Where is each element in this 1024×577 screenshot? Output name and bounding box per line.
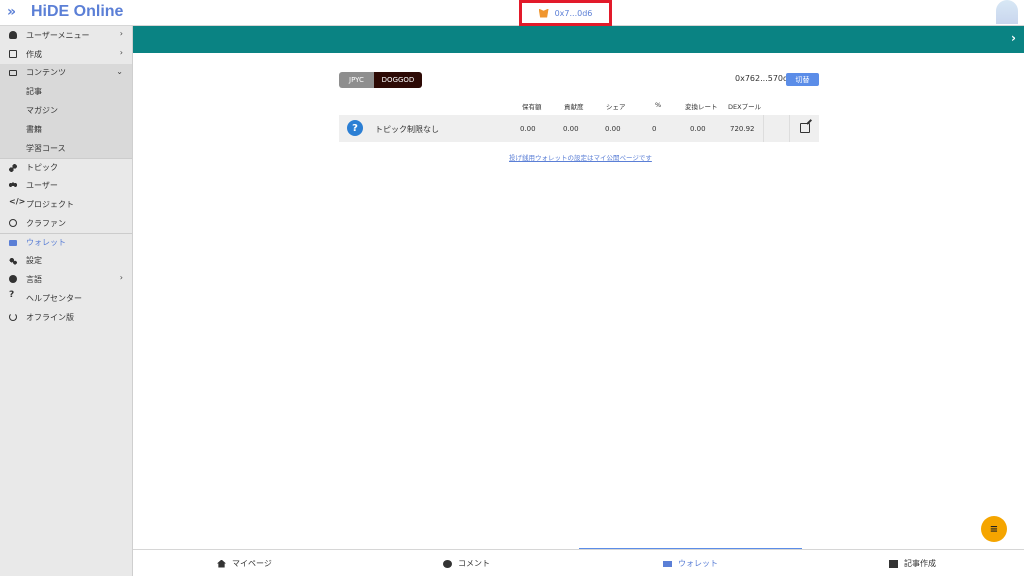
question-icon: ?: [347, 120, 363, 136]
sidebar-item-articles[interactable]: 記事: [0, 82, 132, 102]
menu-fab-button[interactable]: ≡: [981, 516, 1007, 542]
row-action-cell[interactable]: [763, 115, 790, 142]
contents-icon: [9, 69, 17, 76]
sidebar-item-label: クラファン: [26, 218, 66, 228]
user-icon: [9, 31, 17, 39]
sidebar-item-courses[interactable]: 学習コース: [0, 138, 132, 158]
globe-icon: [9, 275, 17, 284]
column-header: 貢献度: [564, 103, 584, 111]
contribution-value: 0.00: [563, 125, 579, 133]
sidebar-item-label: ユーザーメニュー: [26, 30, 90, 40]
sidebar-item-create[interactable]: 作成 ›: [0, 45, 132, 64]
sidebar-item-user-menu[interactable]: ユーザーメニュー ›: [0, 26, 132, 45]
bottom-nav: マイページ コメント ウォレット 記事作成: [133, 549, 1024, 576]
column-header: 保有額: [522, 103, 542, 111]
nav-label: ウォレット: [678, 559, 718, 568]
sidebar-item-label: 設定: [26, 256, 42, 266]
sidebar-item-books[interactable]: 書籍: [0, 119, 132, 139]
column-header: DEXプール: [728, 103, 762, 111]
share-value: 0.00: [605, 125, 621, 133]
holdings-value: 0.00: [520, 125, 536, 133]
sidebar-item-label: ユーザー: [26, 181, 58, 191]
chevron-right-icon: ›: [119, 273, 123, 283]
nav-label: マイページ: [232, 559, 272, 568]
sidebar-item-label: 学習コース: [26, 143, 66, 153]
sidebar-item-label: トピック: [26, 162, 58, 172]
top-bar: » HiDE Online 0x7...0d6: [0, 0, 1024, 26]
sidebar-item-help[interactable]: ? ヘルプセンター: [0, 289, 132, 308]
users-icon: [9, 181, 17, 190]
wallet-icon: [663, 560, 672, 567]
column-header: シェア: [606, 103, 626, 111]
topic-icon: [9, 163, 17, 172]
edit-icon: [889, 559, 898, 568]
nav-label: コメント: [458, 559, 490, 568]
sidebar-item-label: ウォレット: [26, 238, 66, 248]
chevron-right-icon: ›: [119, 29, 123, 38]
wallet-address-short: 0x762...570d6: [735, 74, 794, 83]
logo[interactable]: HiDE Online: [31, 3, 123, 21]
avatar[interactable]: [996, 0, 1018, 24]
sidebar-item-label: オフライン版: [26, 312, 74, 322]
page-header-bar: ›: [133, 26, 1024, 53]
sidebar-item-label: マガジン: [26, 106, 58, 116]
menu-toggle-icon[interactable]: »: [7, 4, 16, 20]
chevron-right-icon: ›: [119, 47, 123, 57]
topic-name: トピック制限なし: [375, 125, 439, 134]
sidebar-item-magazines[interactable]: マガジン: [0, 101, 132, 120]
home-icon: [217, 559, 226, 568]
crowdfunding-icon: [9, 218, 17, 227]
wallet-icon: [9, 239, 17, 246]
sidebar-item-offline[interactable]: オフライン版: [0, 308, 132, 327]
nav-write-article[interactable]: 記事作成: [889, 550, 936, 577]
chevron-down-icon: ⌄: [116, 66, 123, 76]
comments-icon: [443, 559, 452, 568]
wallet-connect-button[interactable]: 0x7...0d6: [519, 0, 612, 26]
tab-doggod[interactable]: DOGGOD: [374, 72, 422, 88]
power-icon: [9, 312, 17, 321]
edit-icon: [9, 49, 17, 58]
sidebar-item-topics[interactable]: トピック: [0, 157, 132, 177]
sidebar-item-label: 言語: [26, 275, 42, 285]
chevron-right-icon[interactable]: ›: [1011, 31, 1016, 45]
code-icon: </>: [9, 197, 26, 207]
sidebar-item-wallet[interactable]: ウォレット: [0, 232, 132, 252]
metamask-fox-icon: [538, 8, 549, 18]
help-icon: ?: [9, 290, 15, 301]
column-header: 変換レート: [685, 103, 718, 111]
wallet-settings-link[interactable]: 投げ銭用ウォレットの設定はマイ公開ページです: [509, 152, 652, 162]
sidebar-item-contents[interactable]: コンテンツ ⌄: [0, 63, 132, 83]
nav-comments[interactable]: コメント: [443, 550, 490, 577]
sidebar-item-label: 書籍: [26, 124, 42, 134]
table-row: ? トピック制限なし 0.00 0.00 0.00 0 0.00 720.92: [339, 115, 819, 142]
sidebar-item-label: 記事: [26, 87, 42, 97]
sidebar-item-label: 作成: [26, 49, 42, 59]
tab-jpyc[interactable]: JPYC: [339, 72, 374, 88]
sidebar: ユーザーメニュー › 作成 › コンテンツ ⌄ 記事 マガジン 書籍 学習コース…: [0, 26, 133, 576]
nav-mypage[interactable]: マイページ: [217, 550, 272, 577]
sidebar-item-settings[interactable]: 設定: [0, 252, 132, 271]
switch-button[interactable]: 切替: [786, 73, 819, 86]
gear-icon: [9, 256, 17, 265]
sidebar-item-label: コンテンツ: [26, 68, 66, 78]
edit-icon[interactable]: [800, 123, 810, 133]
dex-pool-value: 720.92: [730, 125, 755, 133]
token-tabs: JPYC DOGGOD: [339, 72, 422, 88]
sidebar-item-users[interactable]: ユーザー: [0, 176, 132, 195]
sidebar-item-projects[interactable]: </> プロジェクト: [0, 195, 132, 214]
sidebar-item-label: ヘルプセンター: [26, 294, 82, 304]
column-header: %: [655, 101, 662, 109]
sidebar-item-label: プロジェクト: [26, 200, 74, 210]
sidebar-item-crowdfunding[interactable]: クラファン: [0, 214, 132, 233]
nav-label: 記事作成: [904, 559, 936, 568]
nav-wallet[interactable]: ウォレット: [663, 550, 718, 577]
wallet-address: 0x7...0d6: [554, 8, 593, 18]
sidebar-item-language[interactable]: 言語 ›: [0, 270, 132, 289]
percent-value: 0: [652, 125, 657, 133]
rate-value: 0.00: [690, 125, 706, 133]
